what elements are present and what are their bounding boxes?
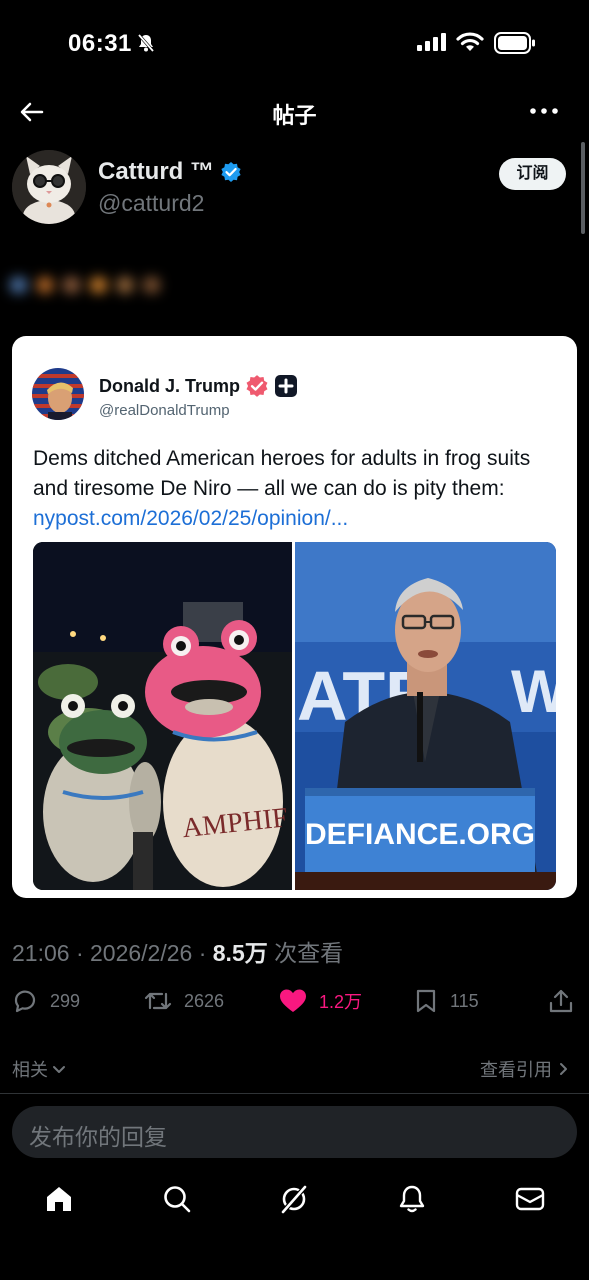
- top-nav-bar: 帖子: [0, 88, 589, 136]
- bookmark-count: 115: [450, 990, 479, 1011]
- grok-icon[interactable]: [279, 1184, 309, 1214]
- share-button[interactable]: [548, 988, 586, 1014]
- divider: [0, 1093, 589, 1094]
- quoted-post-images[interactable]: AMPHIF ATE W DEFIANCE.ORG: [33, 542, 556, 890]
- quoted-post-link[interactable]: nypost.com/2026/02/25/opinion/...: [33, 504, 348, 534]
- status-bar: 06:31: [0, 0, 589, 88]
- like-button[interactable]: 1.2万: [279, 988, 362, 1014]
- view-count[interactable]: 8.5万: [213, 940, 268, 966]
- status-time: 06:31: [68, 30, 132, 57]
- notifications-bell-icon[interactable]: [397, 1184, 427, 1214]
- search-icon[interactable]: [162, 1184, 192, 1214]
- reply-input[interactable]: 发布你的回复: [12, 1106, 577, 1158]
- wifi-icon: [456, 32, 484, 51]
- reply-button[interactable]: 299: [12, 988, 80, 1014]
- subscribe-button[interactable]: 订阅: [499, 158, 566, 190]
- home-icon[interactable]: [44, 1184, 74, 1214]
- bookmark-button[interactable]: 115: [414, 988, 479, 1014]
- banner-text-right: W: [511, 658, 556, 725]
- quoted-post-text: Dems ditched American heroes for adults …: [33, 447, 531, 500]
- reply-placeholder: 发布你的回复: [29, 1124, 167, 1150]
- related-label: 相关: [12, 1060, 48, 1080]
- cellular-signal-icon: [417, 33, 446, 51]
- quoted-name-row: Donald J. Trump: [99, 374, 298, 398]
- quoted-author-handle[interactable]: @realDonaldTrump: [99, 402, 230, 419]
- more-options-icon[interactable]: [530, 106, 558, 116]
- quoted-post-card[interactable]: Donald J. Trump @realDonaldTrump Dems di…: [12, 336, 577, 898]
- affiliate-plus-icon: [275, 375, 298, 397]
- view-quotes-link[interactable]: 查看引用: [480, 1056, 570, 1082]
- blurred-post-content: [10, 268, 161, 302]
- view-label: 次查看: [267, 940, 344, 966]
- author-name-row: Catturd ™: [98, 158, 242, 186]
- verified-badge-icon: [221, 162, 241, 182]
- scrollbar-thumb[interactable]: [581, 142, 585, 234]
- post-actions: 299 2626 1.2万 115: [0, 988, 589, 1022]
- reply-icon: [14, 990, 36, 1013]
- quoted-author-name[interactable]: Donald J. Trump: [99, 376, 240, 397]
- podium-sign: DEFIANCE.ORG: [305, 818, 535, 851]
- author-avatar[interactable]: [12, 150, 86, 224]
- like-count: 1.2万: [319, 992, 363, 1012]
- repost-count: 2626: [184, 990, 225, 1011]
- mute-bell-icon: [137, 34, 155, 52]
- de-niro-photo[interactable]: ATE W DEFIANCE.ORG: [295, 542, 556, 890]
- repost-button[interactable]: 2626: [144, 988, 224, 1014]
- author-name[interactable]: Catturd ™: [98, 158, 214, 186]
- quoted-author-avatar[interactable]: [32, 368, 84, 420]
- post-author: Catturd ™ @catturd2 订阅: [12, 150, 577, 230]
- bookmark-icon: [416, 989, 436, 1013]
- share-icon: [549, 989, 573, 1013]
- related-toggle[interactable]: 相关: [12, 1056, 67, 1082]
- author-handle[interactable]: @catturd2: [98, 190, 204, 217]
- reply-count: 299: [50, 990, 81, 1011]
- messages-envelope-icon[interactable]: [514, 1184, 546, 1214]
- battery-icon: [494, 32, 535, 54]
- bottom-tab-bar: [0, 1176, 589, 1230]
- repost-icon: [144, 992, 172, 1010]
- post-metadata: 21:06 · 2026/2/26 · 8.5万 次查看: [12, 934, 343, 968]
- heart-filled-icon: [280, 989, 306, 1012]
- chevron-right-icon: [560, 1063, 567, 1075]
- view-quotes-label: 查看引用: [480, 1060, 552, 1080]
- frog-costume-photo[interactable]: AMPHIF: [33, 542, 292, 890]
- post-timestamp: 21:06 · 2026/2/26 ·: [12, 940, 213, 966]
- page-title: 帖子: [272, 103, 317, 128]
- verified-badge-icon: [246, 375, 268, 397]
- chevron-down-icon: [53, 1066, 65, 1073]
